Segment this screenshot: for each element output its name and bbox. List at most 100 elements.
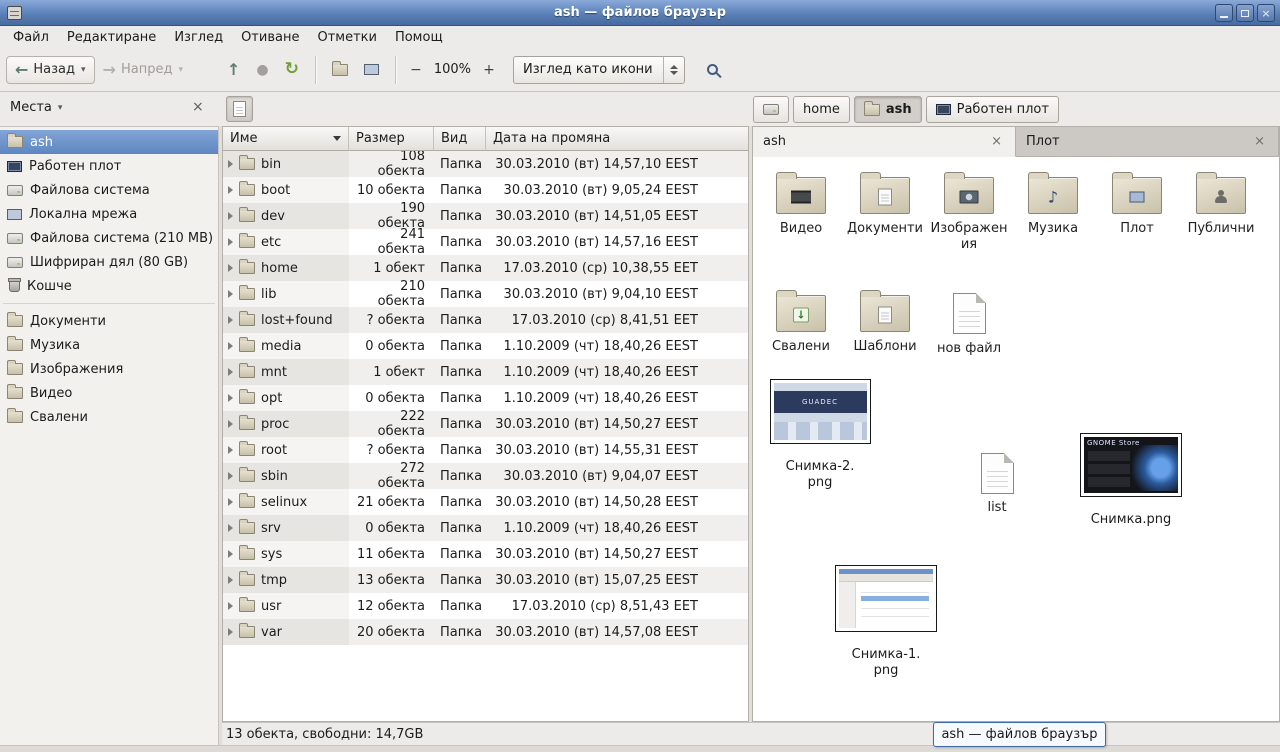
table-row[interactable]: opt0 обектаПапка1.10.2009 (чт) 18,40,26 …	[223, 385, 748, 411]
icon-item-3[interactable]: ♪Музика	[1011, 167, 1095, 285]
expander-icon[interactable]	[228, 368, 233, 376]
sidebar-mode-dropdown-icon[interactable]: ▾	[58, 103, 63, 113]
sidebar-item-2[interactable]: Файлова система	[0, 178, 218, 202]
sidebar-item-4[interactable]: Файлова система (210 MB)	[0, 226, 218, 250]
sidebar-item-11[interactable]: Видео	[0, 381, 218, 405]
expander-icon[interactable]	[228, 264, 233, 272]
back-history-dropdown-icon[interactable]: ▾	[81, 65, 86, 75]
table-row[interactable]: proc222 обектаПапка30.03.2010 (вт) 14,50…	[223, 411, 748, 437]
table-row[interactable]: home1 обектПапка17.03.2010 (ср) 10,38,55…	[223, 255, 748, 281]
view-mode-select[interactable]: Изглед като икони	[513, 56, 685, 84]
forward-history-dropdown-icon[interactable]: ▾	[178, 65, 183, 75]
sidebar-item-1[interactable]: Работен плот	[0, 154, 218, 178]
menu-item-3[interactable]: Отиване	[232, 28, 308, 47]
menu-item-0[interactable]: Файл	[4, 28, 58, 47]
maximize-button[interactable]	[1236, 4, 1254, 22]
menu-item-2[interactable]: Изглед	[165, 28, 232, 47]
menu-item-1[interactable]: Редактиране	[58, 28, 165, 47]
sidebar-item-3[interactable]: Локална мрежа	[0, 202, 218, 226]
expander-icon[interactable]	[228, 550, 233, 558]
expander-icon[interactable]	[228, 498, 233, 506]
expander-icon[interactable]	[228, 316, 233, 324]
expander-icon[interactable]	[228, 212, 233, 220]
table-row[interactable]: var20 обектаПапка30.03.2010 (вт) 14,57,0…	[223, 619, 748, 645]
sidebar-item-0[interactable]: ash	[0, 130, 218, 154]
icon-item-5[interactable]: Публични	[1179, 167, 1263, 285]
pathbar-button-1[interactable]: home	[793, 96, 850, 123]
table-row[interactable]: dev190 обектаПапка30.03.2010 (вт) 14,51,…	[223, 203, 748, 229]
table-row[interactable]: lib210 обектаПапка30.03.2010 (вт) 9,04,1…	[223, 281, 748, 307]
tab-1[interactable]: Плот×	[1016, 127, 1279, 156]
reload-button[interactable]: ↻	[277, 56, 307, 83]
icon-item-4[interactable]: Плот	[1095, 167, 1179, 285]
table-row[interactable]: tmp13 обектаПапка30.03.2010 (вт) 15,07,2…	[223, 567, 748, 593]
table-row[interactable]: etc241 обектаПапка30.03.2010 (вт) 14,57,…	[223, 229, 748, 255]
column-header-size[interactable]: Размер	[349, 127, 434, 151]
expander-icon[interactable]	[228, 186, 233, 194]
left-pane-root-button[interactable]	[226, 96, 253, 122]
expander-icon[interactable]	[228, 576, 233, 584]
table-row[interactable]: root? обектаПапка30.03.2010 (вт) 14,55,3…	[223, 437, 748, 463]
search-button[interactable]	[699, 58, 726, 81]
table-row[interactable]: mnt1 обектПапка1.10.2009 (чт) 18,40,26 E…	[223, 359, 748, 385]
table-row[interactable]: media0 обектаПапка1.10.2009 (чт) 18,40,2…	[223, 333, 748, 359]
table-row[interactable]: usr12 обектаПапка17.03.2010 (ср) 8,51,43…	[223, 593, 748, 619]
expander-icon[interactable]	[228, 472, 233, 480]
column-header-date[interactable]: Дата на промяна	[486, 127, 748, 151]
expander-icon[interactable]	[228, 446, 233, 454]
expander-icon[interactable]	[228, 160, 233, 168]
forward-button[interactable]: → Напред ▾	[95, 57, 191, 83]
expander-icon[interactable]	[228, 238, 233, 246]
pathbar-button-0[interactable]	[753, 96, 789, 123]
icon-item-list[interactable]: list	[965, 445, 1029, 516]
sidebar-item-12[interactable]: Свалени	[0, 405, 218, 429]
back-button[interactable]: ← Назад ▾	[6, 56, 95, 84]
computer-button[interactable]	[356, 59, 387, 80]
sidebar-item-5[interactable]: Шифриран дял (80 GB)	[0, 250, 218, 274]
sidebar-close-button[interactable]: ×	[188, 98, 208, 116]
icon-item-snimka-2[interactable]: GUADEC Снимка-2.png	[767, 379, 873, 490]
menu-item-5[interactable]: Помощ	[386, 28, 452, 47]
close-button[interactable]: ×	[1257, 4, 1275, 22]
sidebar-item-6[interactable]: Кошче	[0, 274, 218, 298]
home-button[interactable]	[324, 59, 356, 81]
titlebar[interactable]: ash — файлов браузър ×	[0, 0, 1280, 26]
zoom-out-button[interactable]: −	[404, 58, 428, 82]
table-row[interactable]: srv0 обектаПапка1.10.2009 (чт) 18,40,26 …	[223, 515, 748, 541]
sidebar-header[interactable]: Места ▾	[10, 100, 210, 115]
minimize-button[interactable]	[1215, 4, 1233, 22]
icon-item-snimka-1[interactable]: Снимка-1.png	[833, 565, 939, 678]
expander-icon[interactable]	[228, 342, 233, 350]
menu-item-4[interactable]: Отметки	[308, 28, 385, 47]
table-row[interactable]: lost+found? обектаПапка17.03.2010 (ср) 8…	[223, 307, 748, 333]
icon-item-snimka[interactable]: GNOME Store Снимка.png	[1075, 433, 1187, 528]
table-row[interactable]: bin108 обектаПапка30.03.2010 (вт) 14,57,…	[223, 151, 748, 177]
expander-icon[interactable]	[228, 290, 233, 298]
table-row[interactable]: selinux21 обектаПапка30.03.2010 (вт) 14,…	[223, 489, 748, 515]
icon-item-2[interactable]: Изображения	[927, 167, 1011, 285]
tab-0[interactable]: ash×	[753, 127, 1016, 157]
expander-icon[interactable]	[228, 420, 233, 428]
up-button[interactable]: ↑	[219, 57, 248, 83]
expander-icon[interactable]	[228, 394, 233, 402]
sidebar-item-10[interactable]: Изображения	[0, 357, 218, 381]
pathbar-button-2[interactable]: ash	[854, 96, 922, 123]
expander-icon[interactable]	[228, 602, 233, 610]
icon-item-0[interactable]: Видео	[759, 167, 843, 285]
tab-close-icon[interactable]: ×	[1251, 134, 1268, 149]
expander-icon[interactable]	[228, 628, 233, 636]
column-header-name[interactable]: Име	[223, 127, 349, 151]
tab-close-icon[interactable]: ×	[988, 134, 1005, 149]
icon-item-1[interactable]: Документи	[843, 167, 927, 285]
pathbar-button-3[interactable]: Работен плот	[926, 96, 1059, 123]
stop-button[interactable]: ●	[248, 58, 276, 82]
sidebar-item-9[interactable]: Музика	[0, 333, 218, 357]
sidebar-item-8[interactable]: Документи	[0, 309, 218, 333]
icon-item-8[interactable]: нов файл	[927, 285, 1011, 403]
table-row[interactable]: sys11 обектаПапка30.03.2010 (вт) 14,50,2…	[223, 541, 748, 567]
column-header-type[interactable]: Вид	[434, 127, 486, 151]
table-row[interactable]: boot10 обектаПапка30.03.2010 (вт) 9,05,2…	[223, 177, 748, 203]
expander-icon[interactable]	[228, 524, 233, 532]
table-row[interactable]: sbin272 обектаПапка30.03.2010 (вт) 9,04,…	[223, 463, 748, 489]
zoom-in-button[interactable]: +	[477, 58, 501, 82]
